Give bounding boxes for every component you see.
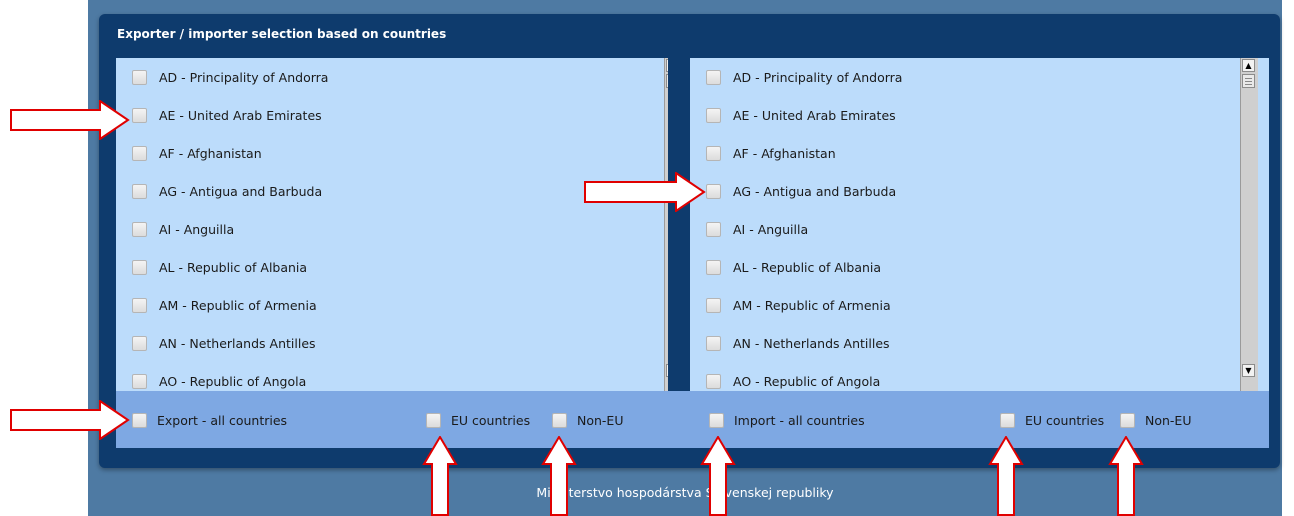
importer-scrollbar[interactable]: ▲ ▼ <box>1240 58 1258 391</box>
list-item[interactable]: AG - Antigua and Barbuda <box>132 180 322 202</box>
country-label: AI - Anguilla <box>733 221 809 237</box>
importer-checkbox[interactable] <box>706 373 721 389</box>
country-label: AO - Republic of Angola <box>733 373 881 389</box>
country-label: AG - Antigua and Barbuda <box>159 183 323 199</box>
export-eu-checkbox[interactable] <box>426 412 441 428</box>
list-item[interactable]: AI - Anguilla <box>132 218 234 240</box>
annotation-arrow-icon <box>700 436 736 516</box>
importer-checkbox[interactable] <box>706 221 721 237</box>
import-eu-label: EU countries <box>1025 412 1105 428</box>
country-label: AO - Republic of Angola <box>159 373 307 389</box>
export-all-option[interactable]: Export - all countries <box>132 411 287 429</box>
import-noneu-checkbox[interactable] <box>1120 412 1135 428</box>
export-all-label: Export - all countries <box>157 412 288 428</box>
list-item[interactable]: AO - Republic of Angola <box>706 370 880 391</box>
scroll-thumb[interactable] <box>1242 74 1255 88</box>
country-label: AL - Republic of Albania <box>159 259 308 275</box>
exporter-checkbox[interactable] <box>132 297 147 313</box>
country-label: AF - Afghanistan <box>733 145 836 161</box>
annotation-arrow-icon <box>422 436 458 516</box>
scroll-down-icon[interactable]: ▼ <box>666 364 668 377</box>
group-selection-bar: Export - all countries EU countries Non-… <box>116 391 1269 448</box>
scroll-up-icon[interactable]: ▲ <box>1242 59 1255 72</box>
list-item[interactable]: AE - United Arab Emirates <box>132 104 322 126</box>
import-all-option[interactable]: Import - all countries <box>709 411 865 429</box>
country-label: AN - Netherlands Antilles <box>159 335 316 351</box>
import-all-checkbox[interactable] <box>709 412 724 428</box>
import-noneu-label: Non-EU <box>1145 412 1192 428</box>
list-item[interactable]: AM - Republic of Armenia <box>132 294 317 316</box>
list-item[interactable]: AG - Antigua and Barbuda <box>706 180 896 202</box>
import-eu-checkbox[interactable] <box>1000 412 1015 428</box>
exporter-checkbox[interactable] <box>132 69 147 85</box>
import-noneu-option[interactable]: Non-EU <box>1120 411 1191 429</box>
country-label: AE - United Arab Emirates <box>159 107 322 123</box>
country-label: AI - Anguilla <box>159 221 235 237</box>
exporter-checkbox[interactable] <box>132 373 147 389</box>
country-label: AF - Afghanistan <box>159 145 262 161</box>
exporter-checkbox[interactable] <box>132 335 147 351</box>
import-eu-option[interactable]: EU countries <box>1000 411 1104 429</box>
country-label: AE - United Arab Emirates <box>733 107 896 123</box>
exporter-country-list[interactable]: AD - Principality of Andorra AE - United… <box>116 58 668 391</box>
export-eu-label: EU countries <box>451 412 531 428</box>
footer-text: Ministerstvo hospodárstva Slovenskej rep… <box>536 485 834 500</box>
exporter-checkbox[interactable] <box>132 259 147 275</box>
importer-country-list[interactable]: AD - Principality of Andorra AE - United… <box>690 58 1269 391</box>
export-noneu-checkbox[interactable] <box>552 412 567 428</box>
export-eu-option[interactable]: EU countries <box>426 411 530 429</box>
importer-checkbox[interactable] <box>706 183 721 199</box>
importer-checkbox[interactable] <box>706 259 721 275</box>
annotation-arrow-icon <box>10 100 130 140</box>
export-noneu-label: Non-EU <box>577 412 624 428</box>
importer-checkbox[interactable] <box>706 145 721 161</box>
list-item[interactable]: AN - Netherlands Antilles <box>132 332 316 354</box>
import-all-label: Import - all countries <box>734 412 865 428</box>
scroll-down-icon[interactable]: ▼ <box>1242 364 1255 377</box>
exporter-checkbox[interactable] <box>132 183 147 199</box>
exporter-checkbox[interactable] <box>132 107 147 123</box>
annotation-arrow-icon <box>988 436 1024 516</box>
country-label: AN - Netherlands Antilles <box>733 335 890 351</box>
importer-checkbox[interactable] <box>706 69 721 85</box>
list-item[interactable]: AN - Netherlands Antilles <box>706 332 890 354</box>
country-label: AM - Republic of Armenia <box>733 297 891 313</box>
list-item[interactable]: AF - Afghanistan <box>706 142 836 164</box>
panel-title: Exporter / importer selection based on c… <box>117 27 447 41</box>
scroll-thumb[interactable] <box>666 74 668 88</box>
export-all-checkbox[interactable] <box>132 412 147 428</box>
list-item[interactable]: AD - Principality of Andorra <box>706 66 902 88</box>
annotation-arrow-icon <box>10 400 130 440</box>
scroll-up-icon[interactable]: ▲ <box>666 59 668 72</box>
importer-checkbox[interactable] <box>706 107 721 123</box>
list-item[interactable]: AO - Republic of Angola <box>132 370 306 391</box>
country-label: AL - Republic of Albania <box>733 259 882 275</box>
list-item[interactable]: AF - Afghanistan <box>132 142 262 164</box>
country-label: AG - Antigua and Barbuda <box>733 183 897 199</box>
annotation-arrow-icon <box>584 172 706 212</box>
importer-checkbox[interactable] <box>706 297 721 313</box>
list-item[interactable]: AM - Republic of Armenia <box>706 294 891 316</box>
country-label: AM - Republic of Armenia <box>159 297 317 313</box>
list-item[interactable]: AI - Anguilla <box>706 218 808 240</box>
list-item[interactable]: AD - Principality of Andorra <box>132 66 328 88</box>
importer-checkbox[interactable] <box>706 335 721 351</box>
annotation-arrow-icon <box>1108 436 1144 516</box>
list-item[interactable]: AL - Republic of Albania <box>132 256 307 278</box>
annotation-arrow-icon <box>541 436 577 516</box>
export-noneu-option[interactable]: Non-EU <box>552 411 623 429</box>
exporter-scrollbar[interactable]: ▲ ▼ <box>664 58 668 391</box>
list-item[interactable]: AE - United Arab Emirates <box>706 104 896 126</box>
country-label: AD - Principality of Andorra <box>733 69 903 85</box>
list-item[interactable]: AL - Republic of Albania <box>706 256 881 278</box>
exporter-checkbox[interactable] <box>132 221 147 237</box>
exporter-checkbox[interactable] <box>132 145 147 161</box>
country-label: AD - Principality of Andorra <box>159 69 329 85</box>
